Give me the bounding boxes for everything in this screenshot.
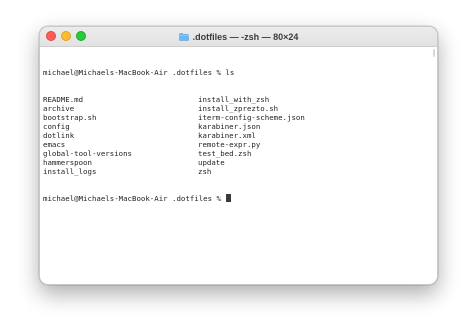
file-entry: global-tool-versions <box>43 149 132 158</box>
file-entry: remote-expr.py <box>198 140 261 149</box>
file-entry: zsh <box>198 167 212 176</box>
command-line: michael@Michaels-MacBook-Air .dotfiles %… <box>43 68 433 77</box>
file-entry: test_bed.zsh <box>198 149 252 158</box>
window-title: .dotfiles — -zsh — 80×24 <box>192 31 299 42</box>
listing-row: global-tool-versions test_bed.zsh <box>43 149 433 158</box>
file-entry: archive <box>43 104 75 113</box>
prompt-command-text: michael@Michaels-MacBook-Air .dotfiles %… <box>43 68 235 77</box>
file-entry: hammerspoon <box>43 158 92 167</box>
file-entry: emacs <box>43 140 66 149</box>
file-entry: iterm-config-scheme.json <box>198 113 305 122</box>
folder-icon <box>178 32 189 41</box>
listing-row: emacs remote-expr.py <box>43 140 433 149</box>
file-entry: karabiner.json <box>198 122 261 131</box>
current-prompt-text: michael@Michaels-MacBook-Air .dotfiles % <box>43 194 226 203</box>
file-entry: README.md <box>43 95 84 104</box>
listing-row: hammerspoon update <box>43 158 433 167</box>
file-entry: bootstrap.sh <box>43 113 97 122</box>
listing-row: README.md install_with_zsh <box>43 95 433 104</box>
terminal-output[interactable]: michael@Michaels-MacBook-Air .dotfiles %… <box>40 47 437 221</box>
listing-row: bootstrap.sh iterm-config-scheme.json <box>43 113 433 122</box>
file-entry: karabiner.xml <box>198 131 256 140</box>
file-entry: install_with_zsh <box>198 95 270 104</box>
listing-row: install_logs zsh <box>43 167 433 176</box>
listing-row: archive install_zprezto.sh <box>43 104 433 113</box>
file-entry: update <box>198 158 225 167</box>
file-entry: install_logs <box>43 167 97 176</box>
file-listing: README.md install_with_zsharchive install_… <box>43 95 433 176</box>
title-bar[interactable]: .dotfiles — -zsh — 80×24 <box>40 27 437 47</box>
window-title-group: .dotfiles — -zsh — 80×24 <box>40 27 437 46</box>
scrollbar[interactable] <box>433 49 435 57</box>
file-entry: dotlink <box>43 131 75 140</box>
file-entry: config <box>43 122 70 131</box>
terminal-window: .dotfiles — -zsh — 80×24 michael@Michael… <box>39 26 438 285</box>
listing-row: dotlink karabiner.xml <box>43 131 433 140</box>
listing-row: config karabiner.json <box>43 122 433 131</box>
file-entry: install_zprezto.sh <box>198 104 279 113</box>
text-cursor <box>226 194 232 202</box>
current-prompt-line[interactable]: michael@Michaels-MacBook-Air .dotfiles % <box>43 194 433 203</box>
